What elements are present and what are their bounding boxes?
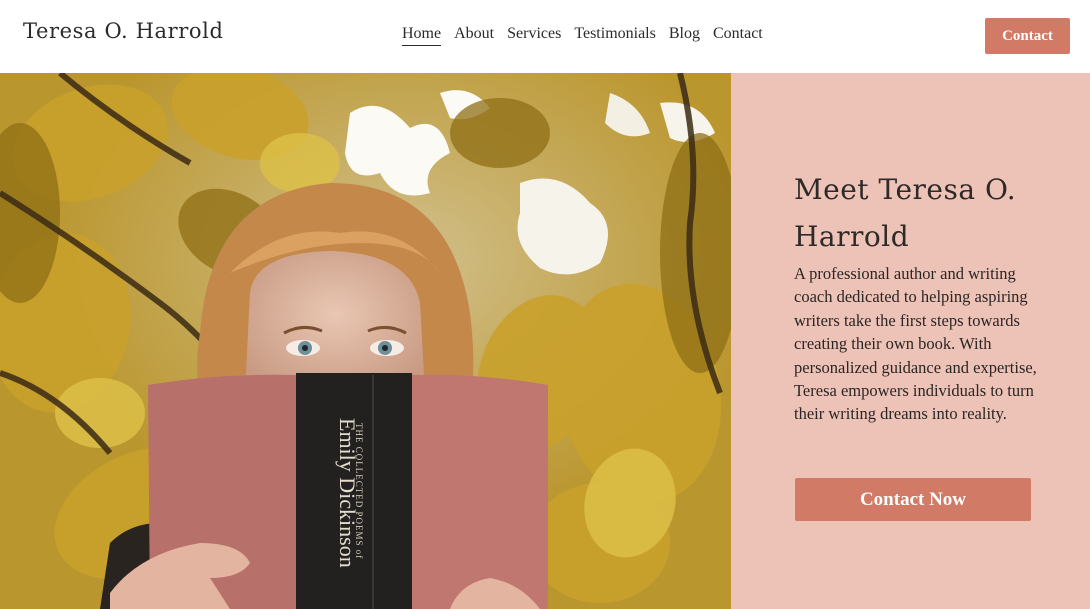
nav-home[interactable]: Home: [402, 25, 442, 46]
main-nav: Home About Services Testimonials Blog Co…: [402, 25, 763, 46]
nav-about[interactable]: About: [454, 25, 494, 46]
header-contact-button[interactable]: Contact: [985, 18, 1070, 54]
hero-panel: Meet Teresa O. Harrold A professional au…: [731, 73, 1090, 609]
site-header: Teresa O. Harrold Home About Services Te…: [0, 0, 1090, 73]
contact-now-button[interactable]: Contact Now: [795, 478, 1031, 521]
hero-title: Meet Teresa O. Harrold: [794, 173, 1017, 253]
hero-description: A professional author and writing coach …: [794, 264, 1037, 424]
site-brand[interactable]: Teresa O. Harrold: [23, 19, 224, 43]
nav-services[interactable]: Services: [507, 25, 561, 46]
nav-blog[interactable]: Blog: [669, 25, 700, 46]
nav-contact[interactable]: Contact: [713, 25, 763, 46]
hero-photo: THE COLLECTED POEMS of Emily Dickinson: [0, 73, 731, 609]
nav-testimonials[interactable]: Testimonials: [574, 25, 656, 46]
book-spine-title-text: Emily Dickinson: [335, 418, 360, 568]
woman-reading-photo: THE COLLECTED POEMS of Emily Dickinson: [0, 73, 731, 609]
